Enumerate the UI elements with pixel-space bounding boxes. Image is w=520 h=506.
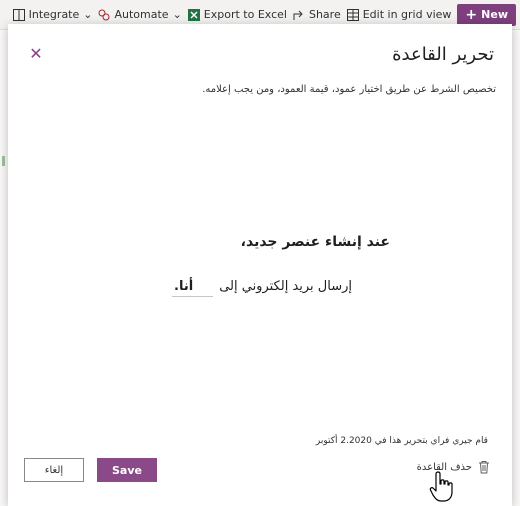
new-label: New [481, 8, 508, 21]
edit-grid-button[interactable]: Edit in grid view [346, 8, 452, 21]
dialog-description: تخصيص الشرط عن طريق اختيار عمود، قيمة ال… [202, 84, 496, 95]
action-prefix: إرسال بريد إلكتروني إلى [219, 279, 352, 294]
grid-icon [346, 8, 359, 21]
recipient-field[interactable]: أنا. [172, 279, 214, 297]
save-button[interactable]: Save [97, 458, 157, 482]
automate-label: Automate [114, 8, 169, 21]
background-right [512, 30, 520, 506]
background-left [0, 30, 8, 506]
share-button[interactable]: Share [293, 8, 341, 21]
chevron-down-icon: ⌄ [172, 8, 182, 21]
background-status-mark [2, 156, 5, 166]
close-icon[interactable]: ✕ [28, 46, 44, 62]
last-edited-info: قام جيري فراي بتحرير هذا في 2.2020 أكتوب… [315, 436, 488, 446]
integrate-button[interactable]: Integrate ⌄ [12, 8, 93, 21]
integrate-label: Integrate [28, 8, 80, 21]
edit-grid-label: Edit in grid view [362, 8, 452, 21]
rule-trigger[interactable]: عند إنشاء عنصر جديد، [241, 234, 390, 250]
automate-icon [98, 9, 110, 20]
hand-cursor-icon [429, 471, 453, 502]
chevron-down-icon: ⌄ [83, 8, 93, 21]
share-label: Share [308, 8, 341, 21]
automate-button[interactable]: Automate ⌄ [98, 8, 182, 21]
excel-icon [187, 8, 200, 21]
export-label: Export to Excel [203, 8, 287, 21]
plus-icon: + [465, 6, 478, 23]
edit-rule-dialog: تحرير القاعدة ✕ تخصيص الشرط عن طريق اختي… [8, 24, 512, 506]
cancel-button[interactable]: إلغاء [24, 458, 84, 482]
rule-action: إرسال بريد إلكتروني إلى أنا. [172, 279, 352, 297]
new-button[interactable]: + New [457, 3, 516, 26]
share-icon [293, 10, 303, 20]
trash-icon [479, 461, 489, 474]
dialog-title: تحرير القاعدة [392, 44, 494, 65]
export-excel-button[interactable]: Export to Excel [187, 8, 287, 21]
integrate-icon [12, 8, 25, 21]
